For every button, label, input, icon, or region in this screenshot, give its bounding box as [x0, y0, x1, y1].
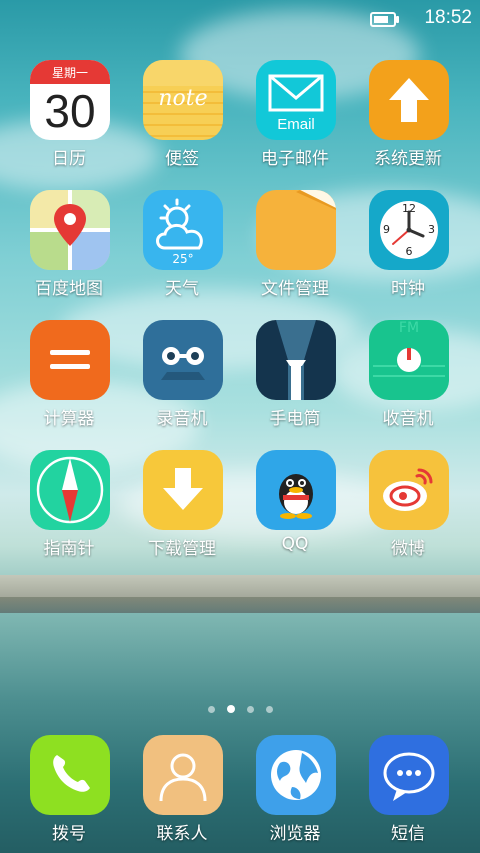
messages-icon [369, 735, 449, 815]
calendar-icon: 星期一 30 [30, 60, 110, 140]
page-dot[interactable] [226, 705, 235, 713]
page-indicator [0, 698, 480, 717]
email-icon: Email [256, 60, 336, 140]
app-label: 便签 [165, 149, 199, 169]
radio-fm-text: FM [398, 320, 420, 336]
home-screen: 18:52 星期一 30 日历 note 便签 Email 电子邮件 系统更新 … [0, 0, 480, 853]
app-clock[interactable]: 12 3 6 9 时钟 [352, 190, 464, 310]
notes-icon: note [143, 60, 223, 140]
app-recorder[interactable]: 录音机 [126, 320, 238, 440]
compass-icon [30, 450, 110, 530]
battery-icon [370, 12, 399, 27]
app-label: 百度地图 [35, 279, 103, 299]
app-radio[interactable]: FM 收音机 [352, 320, 464, 440]
app-label: 文件管理 [261, 279, 329, 299]
download-manager-icon [143, 450, 223, 530]
app-label: 手电筒 [269, 409, 321, 429]
app-label: 日历 [52, 149, 86, 169]
email-text: Email [277, 116, 315, 133]
app-flashlight[interactable]: 手电筒 [239, 320, 351, 440]
app-calculator[interactable]: 计算器 [13, 320, 125, 440]
calculator-icon [30, 320, 110, 400]
app-label: 时钟 [391, 279, 425, 299]
notes-text: note [158, 86, 208, 111]
app-notes[interactable]: note 便签 [126, 60, 238, 180]
page-dot[interactable] [265, 706, 273, 713]
app-label: 系统更新 [374, 149, 442, 169]
clock-number-12: 12 [402, 202, 416, 215]
app-label: 下载管理 [148, 539, 216, 559]
map-icon [30, 190, 110, 270]
app-map[interactable]: 百度地图 [13, 190, 125, 310]
app-calendar[interactable]: 星期一 30 日历 [13, 60, 125, 180]
app-label: 录音机 [156, 409, 208, 429]
status-time: 18:52 [424, 7, 472, 28]
clock-number-9: 9 [383, 223, 390, 236]
dock-browser[interactable]: 浏览器 [239, 735, 351, 853]
weibo-icon [369, 450, 449, 530]
dock-phone[interactable]: 拨号 [13, 735, 125, 853]
app-download-manager[interactable]: 下载管理 [126, 450, 238, 570]
app-system-update[interactable]: 系统更新 [352, 60, 464, 180]
calendar-weekday: 星期一 [30, 60, 110, 84]
status-bar: 18:52 [0, 0, 480, 36]
flashlight-icon [256, 320, 336, 400]
app-qq[interactable]: QQ [239, 450, 351, 570]
app-label: 计算器 [43, 409, 95, 429]
dock-contacts[interactable]: 联系人 [126, 735, 238, 853]
system-update-icon [369, 60, 449, 140]
app-file-manager[interactable]: 文件管理 [239, 190, 351, 310]
app-label: 收音机 [382, 409, 434, 429]
app-label: 天气 [165, 279, 199, 299]
qq-icon [256, 450, 336, 530]
weather-temp: 25° [172, 252, 194, 266]
app-email[interactable]: Email 电子邮件 [239, 60, 351, 180]
app-label: 短信 [391, 824, 425, 844]
contacts-icon [143, 735, 223, 815]
app-label: 电子邮件 [261, 149, 329, 169]
battery-level [374, 16, 388, 23]
page-dot[interactable] [207, 706, 215, 713]
page-dot[interactable] [246, 706, 254, 713]
calendar-day: 30 [44, 85, 96, 137]
app-weibo[interactable]: 微博 [352, 450, 464, 570]
recorder-icon [143, 320, 223, 400]
clock-number-3: 3 [428, 223, 435, 236]
app-label: 浏览器 [269, 824, 321, 844]
clock-number-6: 6 [405, 245, 413, 258]
phone-icon [30, 735, 110, 815]
app-label: 联系人 [156, 824, 208, 844]
clock-icon: 12 3 6 9 [369, 190, 449, 270]
weather-icon: 25° [143, 190, 223, 270]
app-label: QQ [281, 534, 309, 554]
radio-icon: FM [369, 320, 449, 400]
app-label: 微博 [391, 539, 425, 559]
file-manager-icon [256, 190, 336, 270]
dock-messages[interactable]: 短信 [352, 735, 464, 853]
app-compass[interactable]: 指南针 [13, 450, 125, 570]
app-weather[interactable]: 25° 天气 [126, 190, 238, 310]
browser-icon [256, 735, 336, 815]
app-label: 指南针 [43, 539, 95, 559]
app-label: 拨号 [52, 824, 86, 844]
